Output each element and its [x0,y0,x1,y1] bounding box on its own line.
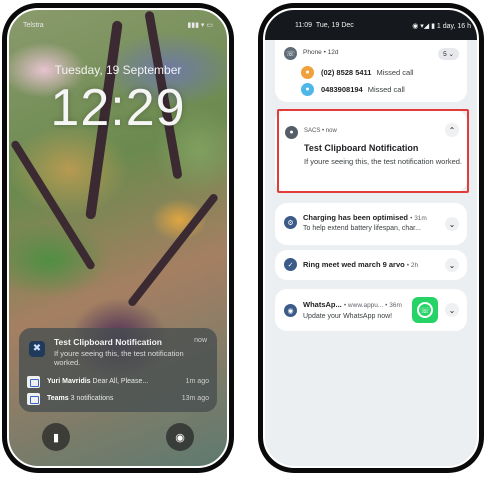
reminder-notification-card[interactable]: ✓ Ring meet wed march 9 arvo • 2h ⌄ [275,250,467,280]
caller-number: 0483908194 [321,85,363,94]
carrier-label: Telstra [23,22,44,29]
settings-gear-icon: ⚙ [284,216,297,229]
status-right-icons: ◉ ▾◢ ▮ 1 day, 16 h [412,23,471,30]
contact-avatar-icon: ● [301,83,314,96]
battery-notification-card[interactable]: ⚙ Charging has been optimised • 31m To h… [275,203,467,245]
lock-notification-time: now [194,337,207,344]
row-time: 13m ago [181,395,209,402]
battery-time: • 31m [410,215,427,222]
expand-chevron-icon[interactable]: ⌄ [445,303,459,317]
sender-name: Teams [47,395,69,402]
whatsapp-title: WhatsAp... [303,300,342,309]
lock-notification-title: Test Clipboard Notification [54,337,162,347]
teams-icon [27,393,40,405]
lock-clock: 12:29 [50,79,186,137]
battery-title: Charging has been optimised [303,213,409,222]
status-icons: ▮▮▮ ▾ ▭ [187,22,213,29]
status-time: 11:09 [295,22,312,29]
lock-screen: Telstra ▮▮▮ ▾ ▭ Tuesday, 19 September 12… [7,8,229,468]
caller-number: (02) 8528 5411 [321,68,372,77]
expand-chevron-icon[interactable]: ⌄ [445,258,459,272]
lock-date: Tuesday, 19 September [54,63,182,77]
sender-name: Yuri Mavridis [47,378,91,385]
contact-avatar-icon: ● [301,66,314,79]
lock-notification-body: If youre seeing this, the test notificat… [54,349,184,367]
sacs-app-icon: ✖ [29,341,45,357]
whatsapp-meta: • www.appu... • 36m [343,302,402,309]
lock-notification-row-teams[interactable]: Teams 3 notifications 13m ago [27,392,209,408]
message-preview: Dear All, Please... [92,378,149,385]
wallpaper-branch [126,192,220,308]
status-date: Tue, 19 Dec [315,22,354,29]
flashlight-icon: ▮ [52,431,60,444]
message-preview: 3 notifications [70,395,114,402]
expand-count-chip[interactable]: 5 ⌄ [438,48,459,60]
phone-notification-group[interactable]: ☏ Phone • 12d 5 ⌄ ● (02) 8528 5411 Missed… [275,40,467,102]
lock-notification-row-outlook[interactable]: Yuri Mavridis Dear All, Please... 1m ago [27,375,209,391]
lock-screen-phone: Telstra ▮▮▮ ▾ ▭ Tuesday, 19 September 12… [2,3,234,473]
flashlight-button[interactable]: ▮ [42,423,70,451]
battery-body: To help extend battery lifespan, char... [303,225,421,232]
missed-call-label: Missed call [376,68,414,77]
notification-shade-phone: 11:09 Tue, 19 Dec ◉ ▾◢ ▮ 1 day, 16 h ☏ P… [258,3,484,473]
notification-shade: 11:09 Tue, 19 Dec ◉ ▾◢ ▮ 1 day, 16 h ☏ P… [263,8,479,468]
outlook-icon [27,376,40,388]
phone-app-icon: ☏ [284,47,297,60]
missed-call-label: Missed call [367,85,405,94]
check-circle-icon: ✓ [284,258,297,271]
whatsapp-logo-icon: ☏ [412,297,438,323]
reminder-title: Ring meet wed march 9 arvo [303,260,405,269]
whatsapp-body: Update your WhatsApp now! [303,313,393,320]
highlight-box [277,109,469,193]
phone-app-label: Phone • 12d [303,49,339,56]
whatsapp-notification-card[interactable]: ◉ WhatsAp... • www.appu... • 36m Update … [275,289,467,331]
android-robot-icon: ◉ [284,304,297,317]
row-time: 1m ago [185,378,209,385]
reminder-time: • 2h [406,262,419,269]
status-bar: 11:09 Tue, 19 Dec ◉ ▾◢ ▮ 1 day, 16 h [265,10,477,40]
camera-icon: ◉ [175,431,185,444]
camera-button[interactable]: ◉ [166,423,194,451]
wallpaper-branch [9,139,97,271]
expand-chevron-icon[interactable]: ⌄ [445,217,459,231]
